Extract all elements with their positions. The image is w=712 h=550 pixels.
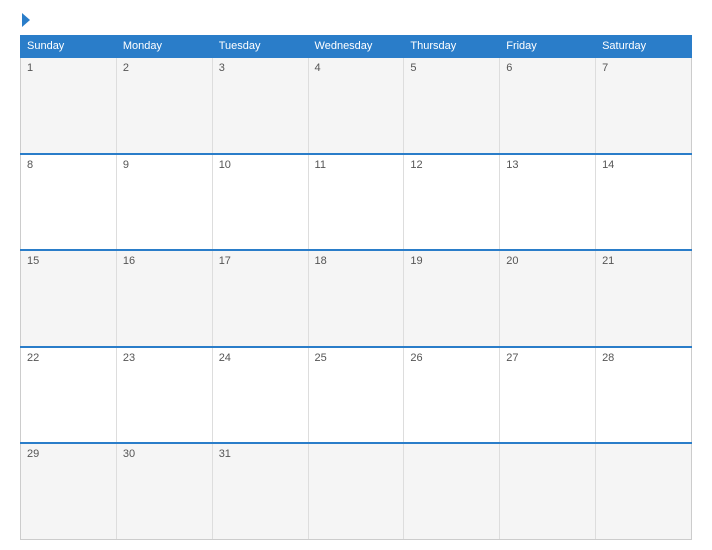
day-cell-11: 11 xyxy=(308,154,404,251)
day-cell-7: 7 xyxy=(596,57,692,154)
day-cell-20: 20 xyxy=(500,250,596,347)
weekday-header-monday: Monday xyxy=(116,36,212,58)
day-number: 27 xyxy=(506,352,518,364)
week-row-2: 8 9 10 11 12 13 14 xyxy=(21,154,692,251)
day-number: 13 xyxy=(506,159,518,171)
day-number: 30 xyxy=(123,448,135,460)
day-cell-15: 15 xyxy=(21,250,117,347)
day-number: 14 xyxy=(602,159,614,171)
day-number: 8 xyxy=(27,159,33,171)
day-cell-26: 26 xyxy=(404,347,500,444)
day-number: 10 xyxy=(219,159,231,171)
day-cell-16: 16 xyxy=(116,250,212,347)
day-cell-12: 12 xyxy=(404,154,500,251)
empty-cell xyxy=(308,443,404,540)
empty-cell xyxy=(596,443,692,540)
day-cell-27: 27 xyxy=(500,347,596,444)
day-number: 11 xyxy=(315,159,326,171)
day-number: 17 xyxy=(219,255,231,267)
day-number: 9 xyxy=(123,159,129,171)
logo-blue-text xyxy=(20,15,30,27)
day-number: 24 xyxy=(219,352,231,364)
logo xyxy=(20,15,30,27)
day-cell-5: 5 xyxy=(404,57,500,154)
day-number: 4 xyxy=(315,62,321,74)
day-cell-25: 25 xyxy=(308,347,404,444)
day-cell-19: 19 xyxy=(404,250,500,347)
day-number: 26 xyxy=(410,352,422,364)
day-cell-31: 31 xyxy=(212,443,308,540)
day-cell-14: 14 xyxy=(596,154,692,251)
day-number: 19 xyxy=(410,255,422,267)
week-row-1: 1 2 3 4 5 6 7 xyxy=(21,57,692,154)
weekday-header-wednesday: Wednesday xyxy=(308,36,404,58)
day-cell-6: 6 xyxy=(500,57,596,154)
day-number: 15 xyxy=(27,255,39,267)
calendar-container: SundayMondayTuesdayWednesdayThursdayFrid… xyxy=(0,0,712,550)
day-number: 6 xyxy=(506,62,512,74)
day-number: 31 xyxy=(219,448,231,460)
day-number: 22 xyxy=(27,352,39,364)
day-number: 29 xyxy=(27,448,39,460)
weekday-header-sunday: Sunday xyxy=(21,36,117,58)
weekday-header-row: SundayMondayTuesdayWednesdayThursdayFrid… xyxy=(21,36,692,58)
week-row-5: 29 30 31 xyxy=(21,443,692,540)
weekday-header-tuesday: Tuesday xyxy=(212,36,308,58)
calendar-header xyxy=(20,15,692,27)
weekday-header-friday: Friday xyxy=(500,36,596,58)
day-cell-8: 8 xyxy=(21,154,117,251)
day-cell-21: 21 xyxy=(596,250,692,347)
day-cell-29: 29 xyxy=(21,443,117,540)
day-cell-13: 13 xyxy=(500,154,596,251)
day-cell-4: 4 xyxy=(308,57,404,154)
week-row-3: 15 16 17 18 19 20 21 xyxy=(21,250,692,347)
weekday-header-saturday: Saturday xyxy=(596,36,692,58)
day-number: 25 xyxy=(315,352,327,364)
day-number: 16 xyxy=(123,255,135,267)
day-number: 7 xyxy=(602,62,608,74)
weekday-header-thursday: Thursday xyxy=(404,36,500,58)
week-row-4: 22 23 24 25 26 27 28 xyxy=(21,347,692,444)
day-cell-24: 24 xyxy=(212,347,308,444)
day-cell-9: 9 xyxy=(116,154,212,251)
day-cell-1: 1 xyxy=(21,57,117,154)
day-number: 1 xyxy=(27,62,33,74)
day-cell-10: 10 xyxy=(212,154,308,251)
day-number: 3 xyxy=(219,62,225,74)
empty-cell xyxy=(404,443,500,540)
day-cell-3: 3 xyxy=(212,57,308,154)
logo-triangle-icon xyxy=(22,13,30,27)
empty-cell xyxy=(500,443,596,540)
calendar-table: SundayMondayTuesdayWednesdayThursdayFrid… xyxy=(20,35,692,540)
day-number: 23 xyxy=(123,352,135,364)
day-cell-18: 18 xyxy=(308,250,404,347)
day-cell-17: 17 xyxy=(212,250,308,347)
day-number: 20 xyxy=(506,255,518,267)
day-cell-28: 28 xyxy=(596,347,692,444)
day-number: 2 xyxy=(123,62,129,74)
day-number: 28 xyxy=(602,352,614,364)
day-number: 21 xyxy=(602,255,614,267)
day-number: 5 xyxy=(410,62,416,74)
day-cell-22: 22 xyxy=(21,347,117,444)
day-cell-30: 30 xyxy=(116,443,212,540)
day-cell-2: 2 xyxy=(116,57,212,154)
day-number: 18 xyxy=(315,255,327,267)
day-number: 12 xyxy=(410,159,422,171)
day-cell-23: 23 xyxy=(116,347,212,444)
